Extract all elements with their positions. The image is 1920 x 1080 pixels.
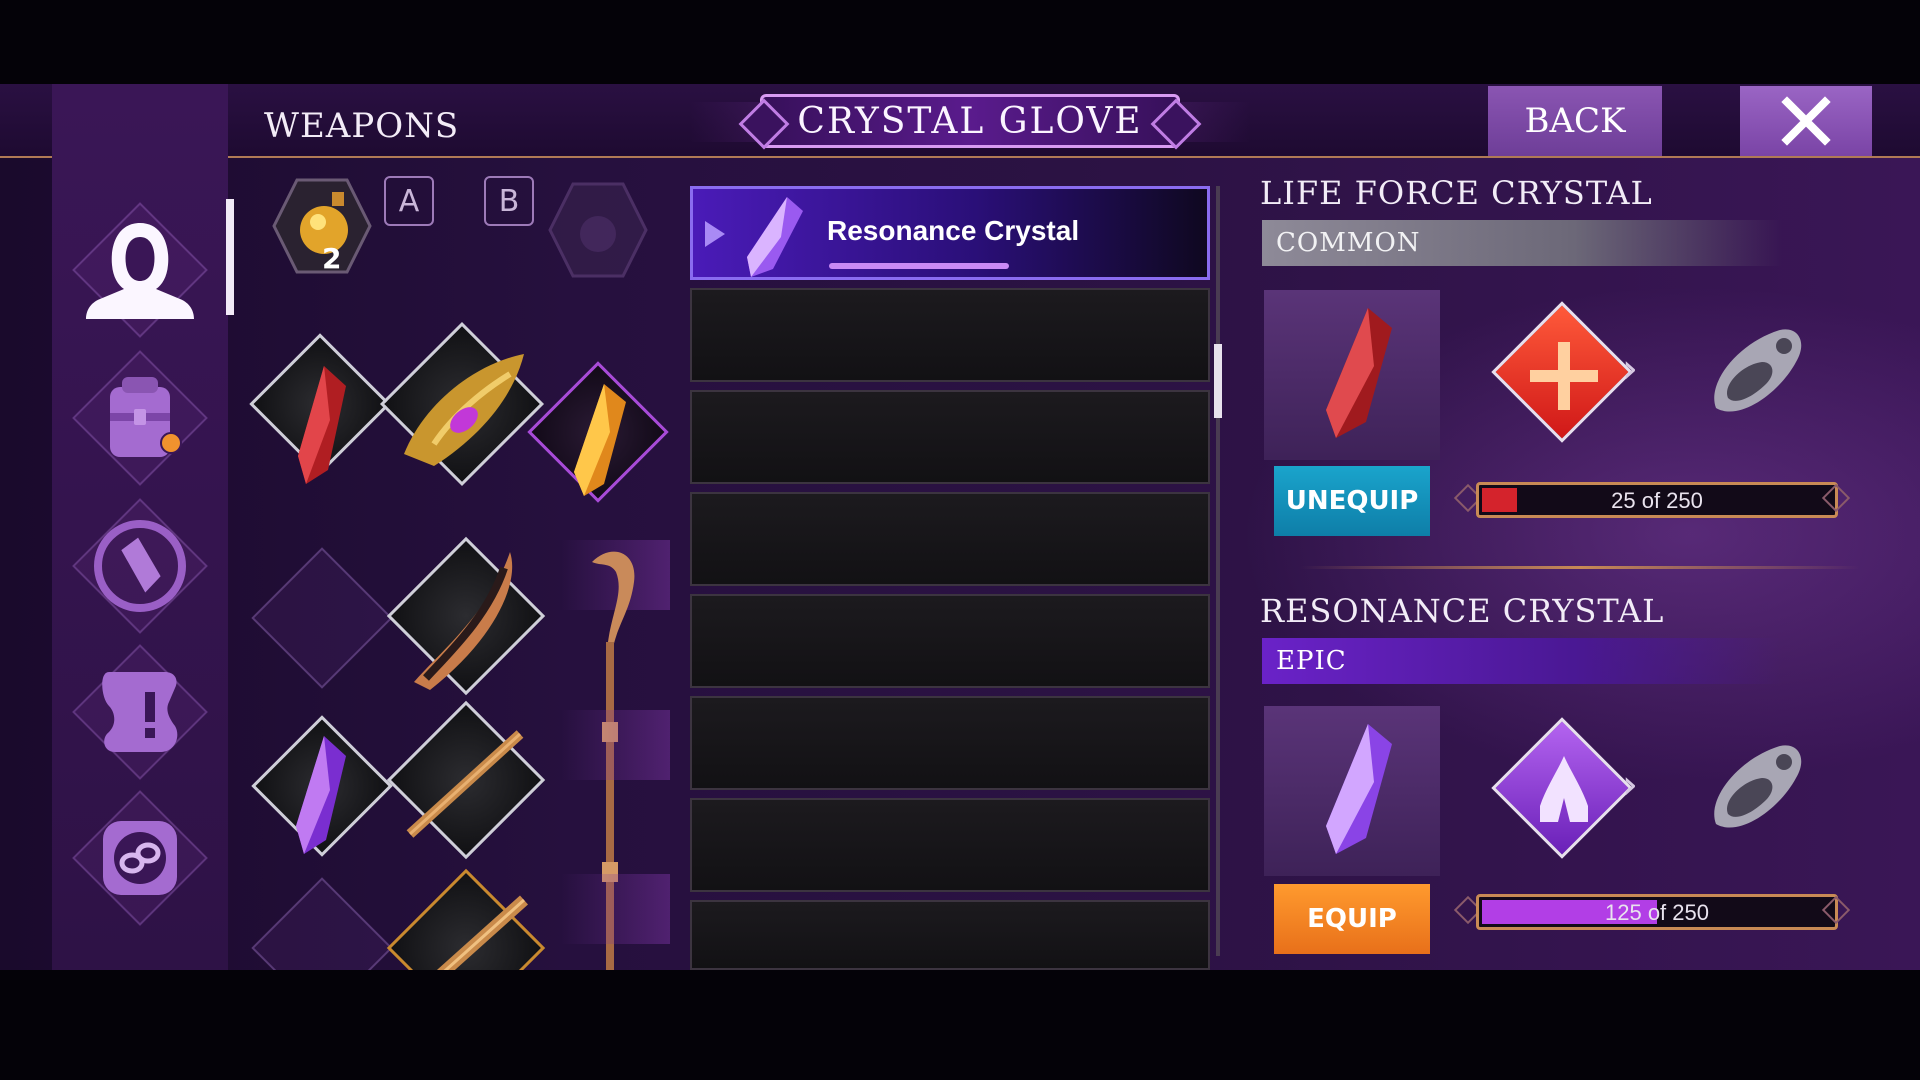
scrollbar-track[interactable] (1216, 186, 1220, 956)
equipped-title: LIFE FORCE CRYSTAL (1260, 174, 1653, 212)
nav-links[interactable] (72, 790, 208, 926)
crystal-list: Resonance Crystal (690, 186, 1210, 970)
selected-progress-bar: 125 of 250 (1476, 894, 1838, 930)
shard-slot-icon[interactable] (1700, 322, 1810, 432)
equipped-item-card (1264, 290, 1440, 460)
cross-emblem-icon (1530, 342, 1598, 410)
nav-inventory[interactable] (72, 350, 208, 486)
shard-slot-icon[interactable] (1700, 738, 1810, 848)
life-force-crystal-icon (1326, 308, 1392, 438)
tab-b[interactable]: B (484, 176, 534, 226)
tab-a[interactable]: A (384, 176, 434, 226)
list-item[interactable] (690, 798, 1210, 892)
list-item[interactable] (690, 492, 1210, 586)
list-item[interactable] (690, 288, 1210, 382)
item-title: CRYSTAL GLOVE (797, 100, 1143, 142)
list-item-selected[interactable]: Resonance Crystal (690, 186, 1210, 280)
equipped-progress-bar: 25 of 250 (1476, 482, 1838, 518)
equip-button[interactable]: EQUIP (1274, 884, 1430, 954)
section-title: WEAPONS (264, 106, 460, 146)
back-button[interactable]: BACK (1488, 86, 1662, 156)
quest-scroll-icon (102, 672, 178, 752)
notification-dot (160, 432, 182, 454)
crystal-slot-a-4[interactable] (251, 877, 393, 970)
nav-active-indicator (226, 199, 234, 315)
equipped-rarity: COMMON (1262, 220, 1782, 266)
praying-hands-icon (1540, 756, 1588, 822)
equipped-progress-text: 25 of 250 (1611, 488, 1703, 513)
nav-crystals[interactable] (72, 498, 208, 634)
chevron-right-icon: › (1622, 762, 1638, 808)
selected-progress-text: 125 of 250 (1605, 900, 1709, 925)
selected-item-card (1264, 706, 1440, 876)
list-item[interactable] (690, 900, 1210, 970)
purple-crystal-icon (296, 736, 346, 854)
selected-title: RESONANCE CRYSTAL (1260, 592, 1665, 630)
staff-rod-icon (436, 895, 529, 970)
game-screen: WEAPONS CRYSTAL GLOVE BACK 2 A B Resonan… (0, 84, 1920, 970)
list-item[interactable] (690, 390, 1210, 484)
resonance-crystal-large-icon (1326, 724, 1392, 854)
row-highlight (560, 710, 670, 780)
detail-separator (1300, 566, 1860, 569)
empty-consumable-slot[interactable] (548, 182, 648, 278)
nav-character[interactable] (72, 202, 208, 338)
chevron-right-icon: › (1622, 346, 1638, 392)
close-x-icon (1781, 96, 1831, 146)
close-button[interactable] (1740, 86, 1872, 156)
side-nav (52, 84, 228, 970)
selected-arrow-icon (705, 221, 725, 247)
progress-underline (829, 263, 1009, 269)
golden-glove-icon (404, 354, 524, 466)
blade-icon (414, 552, 513, 690)
stick-icon (406, 730, 524, 838)
list-item[interactable] (690, 696, 1210, 790)
row-highlight (560, 874, 670, 944)
letterbox-top (0, 0, 1920, 84)
nav-quests[interactable] (72, 644, 208, 780)
title-plate: CRYSTAL GLOVE (760, 94, 1180, 148)
selected-rarity: EPIC (1262, 638, 1782, 684)
crystal-slot-a-2[interactable] (251, 547, 393, 689)
hooded-character-icon (86, 223, 194, 319)
potion-count: 2 (322, 242, 342, 275)
header-bar: WEAPONS CRYSTAL GLOVE BACK (0, 84, 1920, 158)
crystal-icon (94, 520, 186, 612)
red-crystal-icon (298, 366, 346, 484)
list-item[interactable] (690, 594, 1210, 688)
link-chain-icon (103, 821, 177, 895)
scrollbar-thumb[interactable] (1214, 344, 1222, 418)
list-item-label: Resonance Crystal (827, 215, 1080, 246)
unequip-button[interactable]: UNEQUIP (1274, 466, 1430, 536)
amber-crystal-icon (574, 384, 626, 496)
resonance-crystal-icon (747, 197, 803, 277)
letterbox-bottom (0, 970, 1920, 1080)
